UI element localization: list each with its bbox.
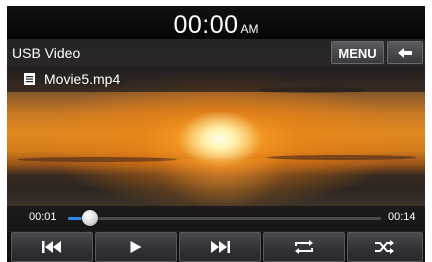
next-button[interactable]	[179, 232, 261, 262]
menu-button[interactable]: MENU	[331, 41, 384, 64]
clock: 00:00 AM	[7, 11, 425, 40]
file-icon	[24, 73, 35, 85]
cloud-streak	[267, 155, 417, 160]
file-name: Movie5.mp4	[44, 71, 121, 87]
progress-row: 00:01 00:14	[7, 206, 425, 231]
next-icon	[211, 241, 230, 253]
shuffle-button[interactable]	[347, 232, 423, 262]
source-label: USB Video	[12, 45, 81, 61]
current-time: 00:01	[29, 211, 57, 223]
playback-controls	[7, 232, 425, 262]
progress-thumb[interactable]	[81, 210, 98, 226]
shuffle-icon	[375, 240, 394, 254]
repeat-button[interactable]	[263, 232, 345, 262]
play-icon	[130, 241, 142, 253]
sun-reflection	[157, 159, 287, 209]
progress-track[interactable]	[68, 217, 381, 220]
status-bar: 00:00 AM	[7, 6, 425, 39]
previous-icon	[42, 241, 61, 253]
repeat-icon	[295, 240, 313, 254]
play-button[interactable]	[95, 232, 177, 262]
source-header: USB Video MENU	[7, 39, 425, 66]
clock-time: 00:00	[173, 11, 239, 39]
total-time: 00:14	[388, 211, 416, 223]
clock-ampm: AM	[240, 22, 259, 36]
video-player-screen: 00:00AM USB Video MENU Movie5.mp4 00:01	[7, 6, 425, 262]
back-arrow-icon	[398, 48, 412, 58]
cloud-streak	[17, 157, 177, 162]
file-info-row: Movie5.mp4	[7, 66, 425, 92]
previous-button[interactable]	[11, 232, 93, 262]
back-button[interactable]	[387, 41, 423, 64]
